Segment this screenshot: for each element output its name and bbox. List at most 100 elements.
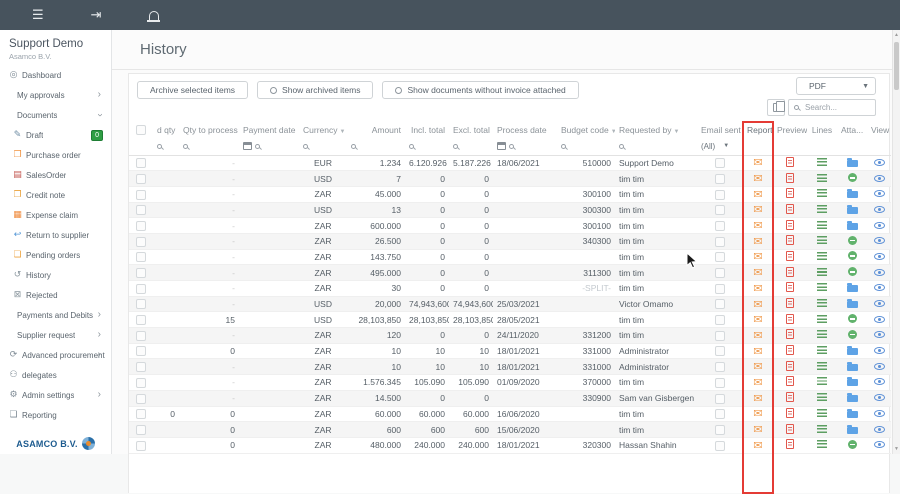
report-email-icon[interactable]: ✉ (753, 313, 762, 326)
search-filter-icon[interactable] (255, 144, 260, 149)
attachment-folder-icon[interactable] (847, 395, 858, 402)
view-eye-icon[interactable] (874, 363, 885, 370)
report-email-icon[interactable]: ✉ (753, 235, 762, 248)
show-archived-button[interactable]: Show archived items (257, 81, 373, 99)
preview-pdf-icon[interactable] (786, 282, 794, 292)
row-checkbox[interactable] (136, 221, 146, 231)
column-header-email-sent[interactable]: Email sent▼ (697, 121, 743, 138)
lines-icon[interactable] (817, 158, 827, 166)
row-checkbox[interactable] (136, 190, 146, 200)
logout-icon[interactable]: ⇥ (91, 9, 102, 22)
row-checkbox[interactable] (136, 409, 146, 419)
row-checkbox[interactable] (136, 331, 146, 341)
lines-icon[interactable] (817, 236, 827, 244)
attachment-folder-icon[interactable] (847, 160, 858, 167)
lines-icon[interactable] (817, 205, 827, 213)
row-checkbox[interactable] (136, 315, 146, 325)
sidebar-item-payments-and-debits[interactable]: Payments and Debits› (0, 305, 111, 325)
attachment-status-icon[interactable] (848, 267, 857, 276)
lines-icon[interactable] (817, 362, 827, 370)
email-sent-filter-select[interactable]: (All)▼ (701, 142, 739, 151)
column-header-payment-date[interactable]: Payment date (239, 121, 299, 138)
preview-pdf-icon[interactable] (786, 408, 794, 418)
preview-pdf-icon[interactable] (786, 235, 794, 245)
preview-pdf-icon[interactable] (786, 345, 794, 355)
report-email-icon[interactable]: ✉ (753, 219, 762, 232)
preview-pdf-icon[interactable] (786, 361, 794, 371)
report-email-icon[interactable]: ✉ (753, 298, 762, 311)
lines-icon[interactable] (817, 440, 827, 448)
preview-pdf-icon[interactable] (786, 376, 794, 386)
view-eye-icon[interactable] (874, 300, 885, 307)
calendar-icon[interactable] (497, 142, 506, 150)
row-checkbox[interactable] (136, 346, 146, 356)
lines-icon[interactable] (817, 268, 827, 276)
view-eye-icon[interactable] (874, 378, 885, 385)
preview-pdf-icon[interactable] (786, 439, 794, 449)
lines-icon[interactable] (817, 346, 827, 354)
attachment-folder-icon[interactable] (847, 427, 858, 434)
filter-funnel-icon[interactable]: ▼ (673, 129, 679, 135)
row-checkbox[interactable] (136, 284, 146, 294)
preview-pdf-icon[interactable] (786, 220, 794, 230)
column-header-qty-to-process[interactable]: Qty to process (179, 121, 239, 138)
report-email-icon[interactable]: ✉ (753, 392, 762, 405)
attachment-folder-icon[interactable] (847, 223, 858, 230)
sidebar-item-return-to-supplier[interactable]: ↩Return to supplier (0, 225, 111, 245)
preview-pdf-icon[interactable] (786, 329, 794, 339)
show-without-invoice-button[interactable]: Show documents without invoice attached (382, 81, 578, 99)
sidebar-item-rejected[interactable]: ⊠Rejected (0, 285, 111, 305)
lines-icon[interactable] (817, 425, 827, 433)
attachment-folder-icon[interactable] (847, 285, 858, 292)
preview-pdf-icon[interactable] (786, 251, 794, 261)
search-filter-icon[interactable] (183, 144, 188, 149)
sidebar-item-history[interactable]: ↺History (0, 265, 111, 285)
scroll-up-arrow-icon[interactable]: ▲ (893, 32, 900, 38)
archive-selected-button[interactable]: Archive selected items (137, 81, 248, 99)
search-filter-icon[interactable] (351, 144, 356, 149)
preview-pdf-icon[interactable] (786, 204, 794, 214)
attachment-status-icon[interactable] (848, 330, 857, 339)
lines-icon[interactable] (817, 221, 827, 229)
column-header-view[interactable]: View (867, 121, 891, 138)
search-filter-icon[interactable] (509, 144, 514, 149)
lines-icon[interactable] (817, 330, 827, 338)
row-checkbox[interactable] (136, 158, 146, 168)
search-filter-icon[interactable] (453, 144, 458, 149)
view-eye-icon[interactable] (874, 269, 885, 276)
sidebar-item-documents[interactable]: Documents› (0, 105, 111, 125)
lines-icon[interactable] (817, 174, 827, 182)
filter-funnel-icon[interactable]: ▼ (339, 129, 345, 135)
report-email-icon[interactable]: ✉ (753, 188, 762, 201)
row-checkbox[interactable] (136, 268, 146, 278)
row-checkbox[interactable] (136, 237, 146, 247)
view-eye-icon[interactable] (874, 190, 885, 197)
row-checkbox[interactable] (136, 425, 146, 435)
attachment-status-icon[interactable] (848, 173, 857, 182)
report-email-icon[interactable]: ✉ (753, 407, 762, 420)
report-email-icon[interactable]: ✉ (753, 345, 762, 358)
search-filter-icon[interactable] (303, 144, 308, 149)
view-eye-icon[interactable] (874, 222, 885, 229)
preview-pdf-icon[interactable] (786, 424, 794, 434)
preview-pdf-icon[interactable] (786, 298, 794, 308)
report-email-icon[interactable]: ✉ (753, 329, 762, 342)
row-checkbox[interactable] (136, 441, 146, 451)
scrollbar-thumb[interactable] (894, 42, 899, 90)
search-filter-icon[interactable] (409, 144, 414, 149)
view-eye-icon[interactable] (874, 441, 885, 448)
column-header-d-qty[interactable]: d qty (153, 121, 179, 138)
search-input[interactable] (803, 102, 863, 113)
attachment-folder-icon[interactable] (847, 411, 858, 418)
attachment-status-icon[interactable] (848, 440, 857, 449)
preview-pdf-icon[interactable] (786, 173, 794, 183)
lines-icon[interactable] (817, 189, 827, 197)
lines-icon[interactable] (817, 252, 827, 260)
sidebar-item-delegates[interactable]: ⚇delegates (0, 365, 111, 385)
lines-icon[interactable] (817, 409, 827, 417)
column-header-requested-by[interactable]: Requested by▼ (615, 121, 697, 138)
menu-icon[interactable]: ☰ (32, 9, 44, 22)
sidebar-item-credit-note[interactable]: ❐Credit note (0, 185, 111, 205)
column-header-report[interactable]: Report (743, 121, 773, 138)
sidebar-item-pending-orders[interactable]: ❏Pending orders (0, 245, 111, 265)
